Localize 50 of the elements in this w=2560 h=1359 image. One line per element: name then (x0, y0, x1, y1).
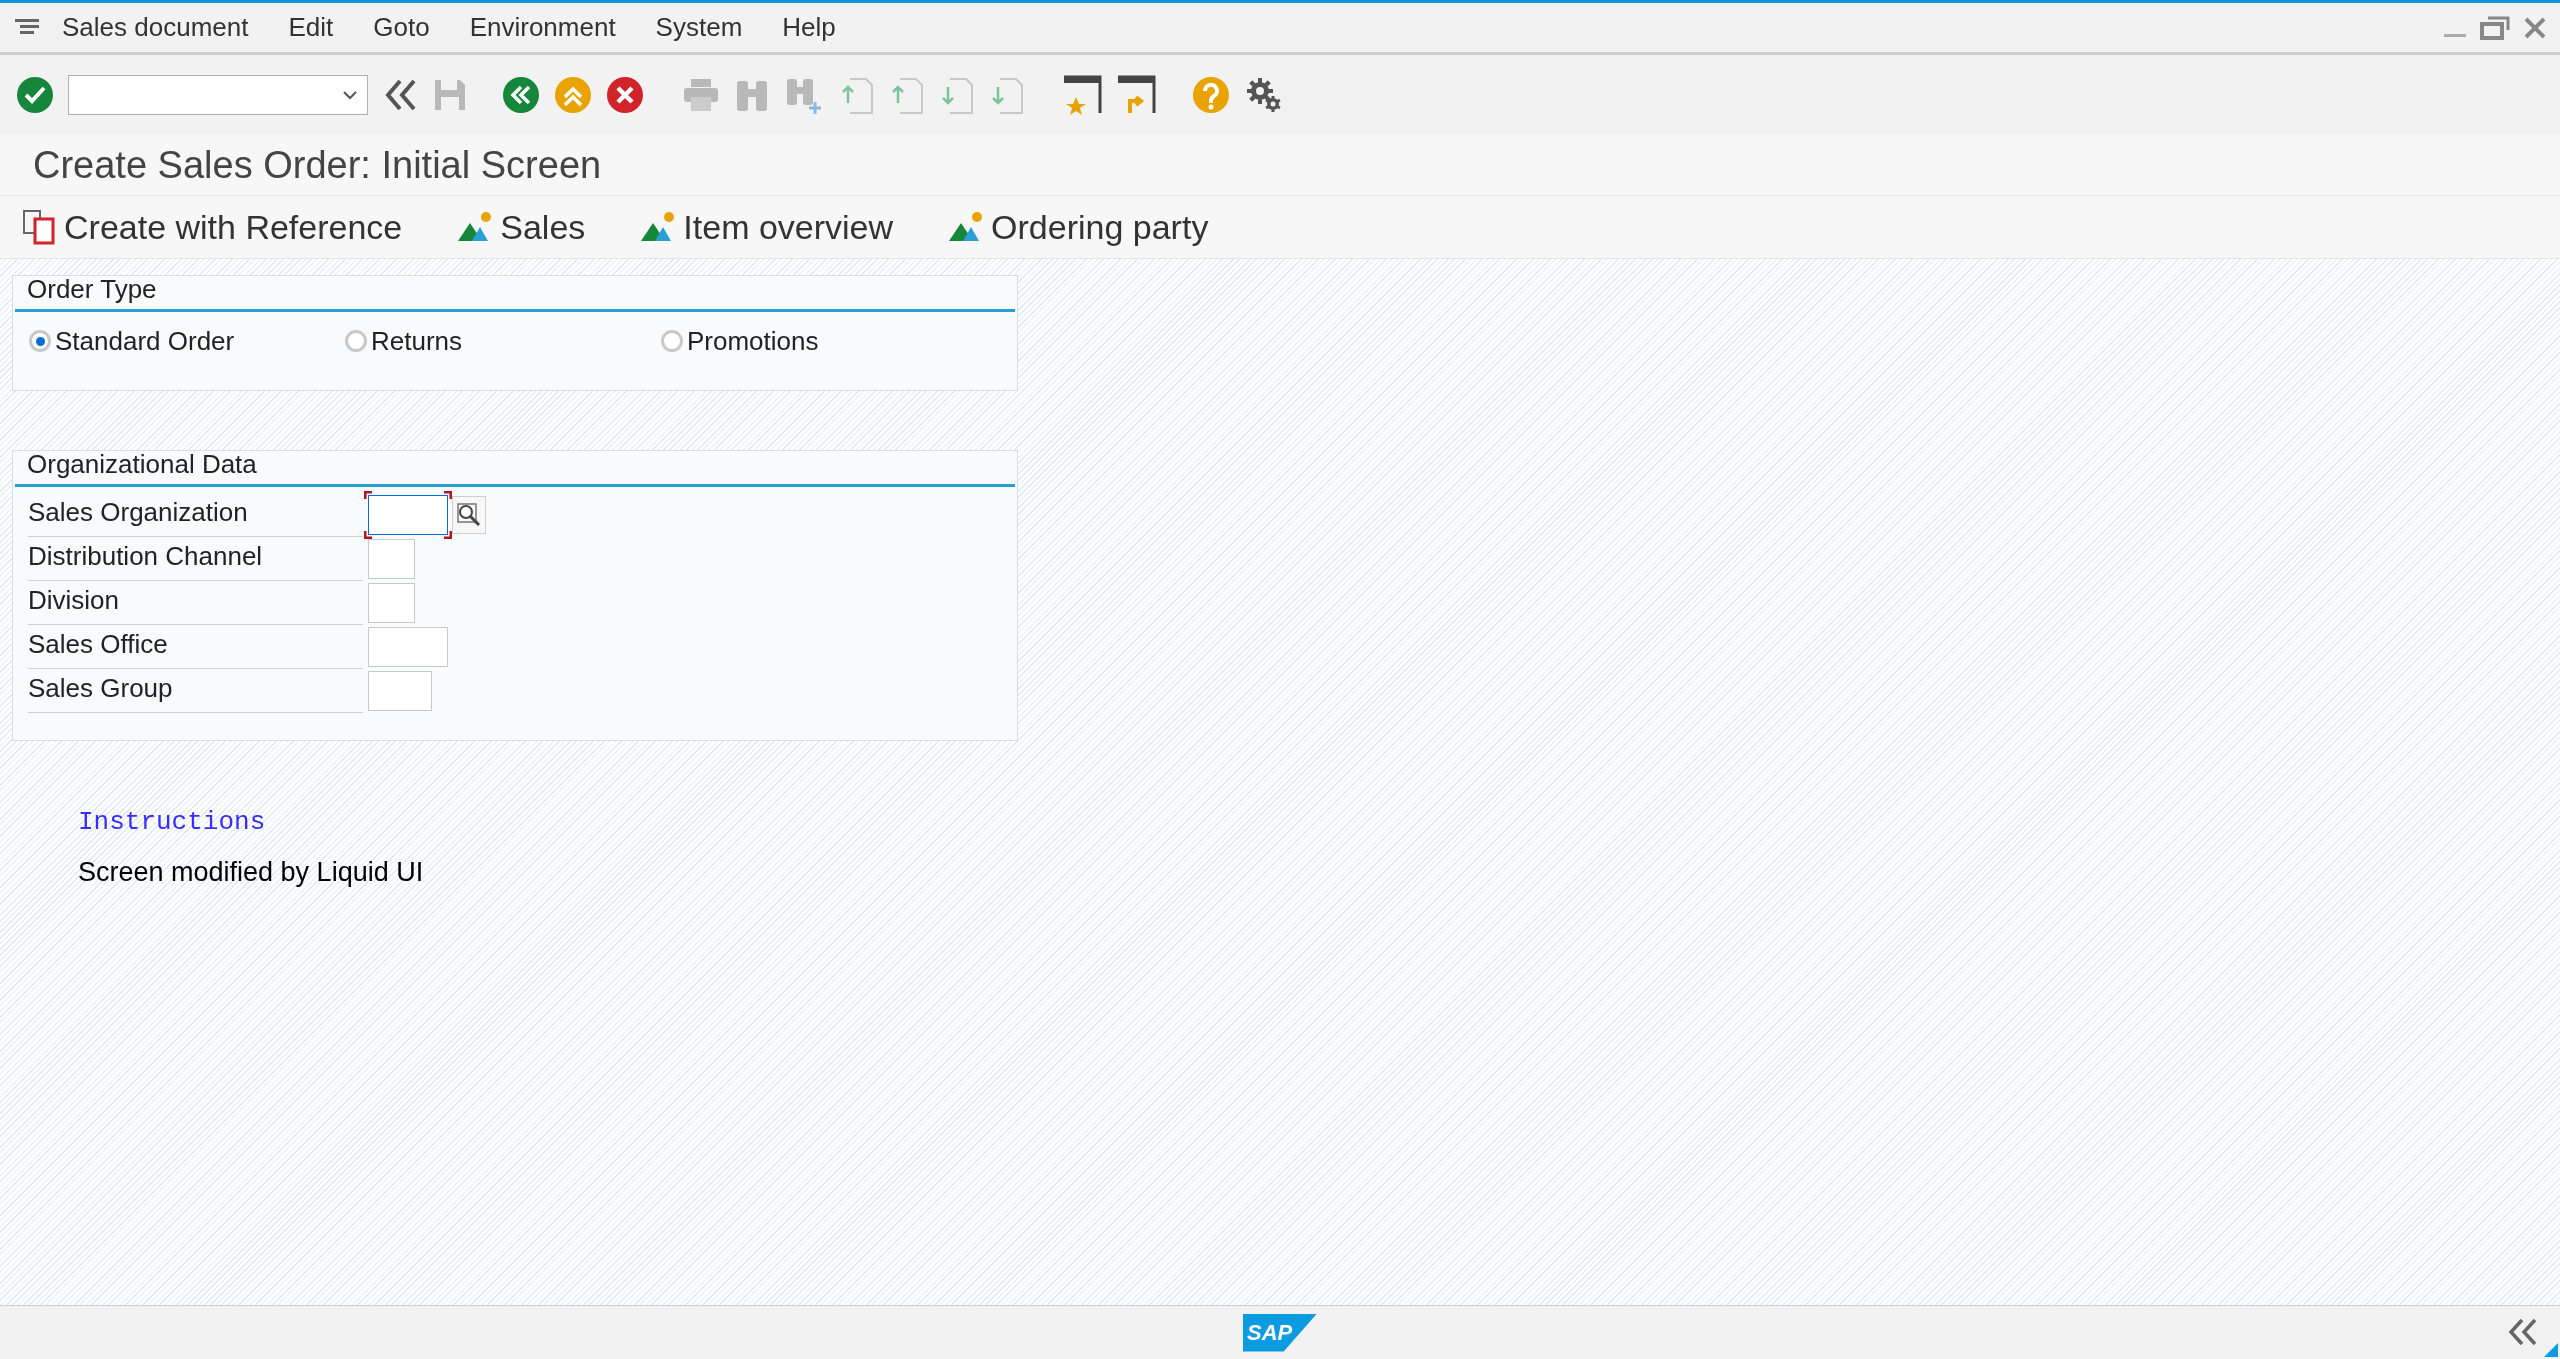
toolbar-button[interactable]: Sales (458, 201, 586, 253)
field-label: Sales Organization (28, 493, 363, 537)
input-field[interactable] (368, 583, 415, 623)
copy-document-icon (22, 209, 58, 245)
input-field[interactable] (368, 627, 448, 667)
radio-button[interactable] (661, 330, 683, 352)
radio-option[interactable]: Promotions (661, 321, 977, 361)
menu-item[interactable]: Edit (288, 8, 334, 47)
sap-logo: SAP (1243, 1313, 1317, 1352)
radio-option[interactable]: Standard Order (29, 321, 345, 361)
input-field[interactable] (368, 671, 432, 711)
radio-option[interactable]: Returns (345, 321, 661, 361)
search-help-button[interactable] (452, 496, 486, 534)
menu-item[interactable]: Goto (373, 8, 430, 47)
print-icon[interactable] (682, 77, 720, 113)
toolbar-button[interactable]: Item overview (641, 201, 894, 253)
field-label: Sales Group (28, 669, 363, 713)
menu-item[interactable]: Sales document (62, 8, 249, 47)
group-title: Order Type (15, 276, 1015, 312)
search-icon (457, 503, 481, 527)
command-field[interactable] (68, 75, 368, 115)
resize-corner-icon[interactable] (2544, 1343, 2558, 1357)
restore-icon[interactable] (2480, 15, 2510, 40)
cancel-icon[interactable] (606, 76, 644, 114)
enter-check-icon[interactable] (16, 76, 54, 114)
field-label: Division (28, 581, 363, 625)
back-icon[interactable] (502, 76, 540, 114)
input-field[interactable] (368, 495, 448, 535)
exit-icon[interactable] (554, 76, 592, 114)
instructions-text: Screen modified by Liquid UI (78, 856, 425, 889)
double-chevron-left-icon[interactable] (2508, 1318, 2538, 1346)
menu-item[interactable]: System (655, 8, 743, 47)
close-icon[interactable] (2524, 16, 2546, 39)
chevron-down-icon (343, 90, 357, 100)
input-field[interactable] (368, 539, 415, 579)
toolbar-button[interactable]: Create with Reference (22, 201, 403, 253)
window-star-icon[interactable] (1062, 75, 1102, 115)
field-label: Sales Office (28, 625, 363, 669)
radio-button[interactable] (345, 330, 367, 352)
help-icon[interactable] (1192, 76, 1230, 114)
field-label: Distribution Channel (28, 537, 363, 581)
radio-button[interactable] (29, 330, 51, 352)
menu-item[interactable]: Environment (469, 8, 616, 47)
toolbar-button[interactable]: Ordering party (949, 201, 1209, 253)
window-arrow-icon[interactable] (1116, 75, 1156, 115)
menu-item[interactable]: Help (782, 8, 836, 47)
screen-title: Create Sales Order: Initial Screen (33, 142, 602, 188)
focus-brackets-icon (364, 491, 452, 539)
group-title: Organizational Data (15, 451, 1015, 487)
instructions-heading: Instructions (78, 806, 267, 839)
